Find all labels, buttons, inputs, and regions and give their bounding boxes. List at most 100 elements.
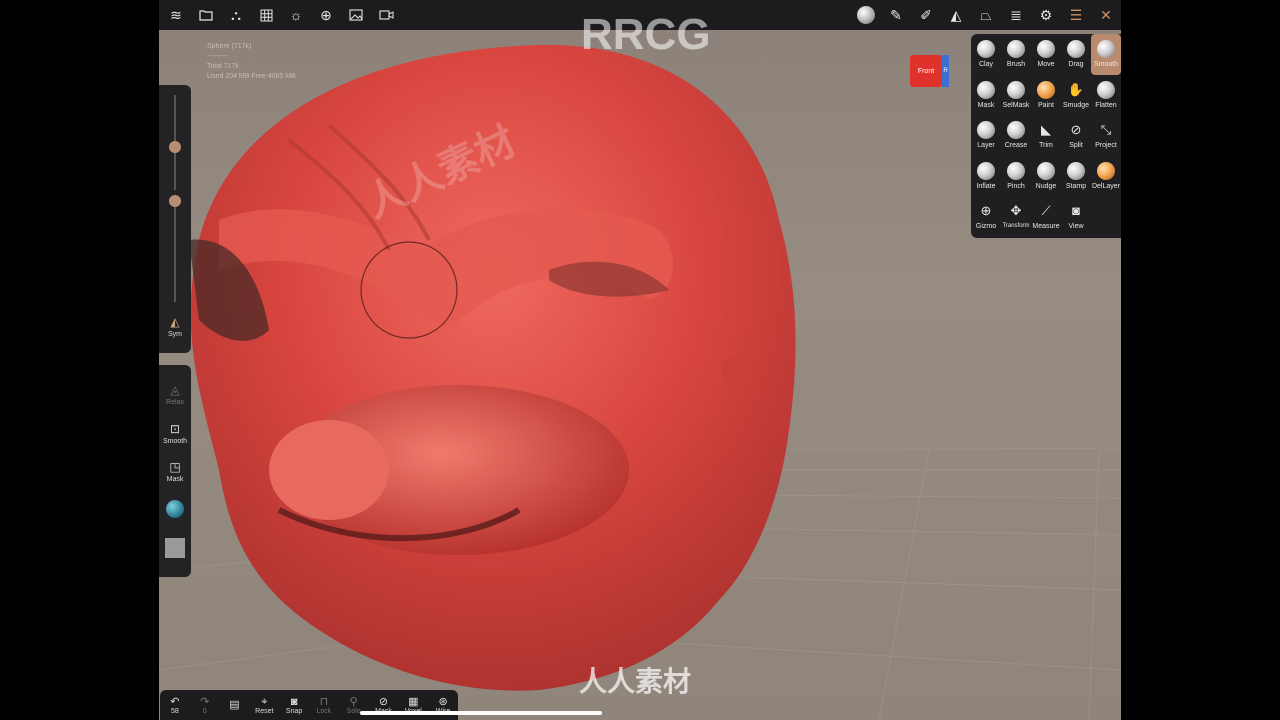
undo-button[interactable]: ↶ 58 — [160, 690, 190, 720]
tool-label: Transform — [1002, 223, 1030, 229]
tool-crease[interactable]: Crease — [1001, 115, 1031, 156]
move-icon — [1037, 40, 1055, 58]
cube-side-face[interactable]: R — [942, 55, 949, 87]
brush-preview-icon[interactable] — [851, 0, 881, 30]
cube-front-face[interactable]: Front — [910, 55, 942, 87]
solo-button[interactable]: ⚲ Solo — [339, 690, 369, 720]
tool-nudge[interactable]: Nudge — [1031, 156, 1061, 197]
tool-label: Gizmo — [975, 223, 997, 230]
relax-button[interactable]: ◬ Relax — [159, 383, 191, 406]
tool-label: SelMask — [1002, 101, 1030, 109]
stats-separator: --------- — [207, 53, 228, 60]
tool-trim[interactable]: ◣ Trim — [1031, 115, 1061, 156]
tool-gizmo[interactable]: ⊕ Gizmo — [971, 196, 1001, 237]
tool-label: Mask — [977, 101, 995, 109]
tool-clay[interactable]: Clay — [971, 34, 1001, 75]
sculpt-head[interactable] — [190, 44, 796, 691]
tool-paint[interactable]: Paint — [1031, 75, 1061, 116]
scene-icon[interactable]: ⛬ — [221, 0, 251, 30]
tool-selmask[interactable]: SelMask — [1001, 75, 1031, 116]
mask-hide-icon: ⊘ — [378, 695, 389, 708]
mesh-button[interactable]: ▤ — [220, 690, 250, 720]
tool-label: Move — [1037, 61, 1055, 68]
tool-label: Stamp — [1065, 182, 1087, 190]
tool-mask[interactable]: Mask — [971, 75, 1001, 116]
clay-icon — [977, 40, 995, 58]
tool-move[interactable]: Move — [1031, 34, 1061, 75]
snap-label: Snap — [285, 707, 303, 715]
mask-shortcut-icon: ◳ — [169, 460, 181, 474]
mask-shortcut-label: Mask — [166, 476, 184, 483]
tool-project[interactable]: ⤡ Project — [1091, 115, 1121, 156]
intensity-slider-knob[interactable] — [169, 195, 181, 207]
lock-button[interactable]: ⊓ Lock — [309, 690, 339, 720]
transform-icon: ✥ — [1010, 203, 1022, 218]
tool-flatten[interactable]: Flatten — [1091, 75, 1121, 116]
tool-stamp[interactable]: Stamp — [1061, 156, 1091, 197]
search-icon: ⚲ — [349, 695, 358, 708]
tool-transform[interactable]: ✥ Transform — [1001, 196, 1031, 237]
mesh-name: Sphere (717k) — [207, 43, 252, 50]
eyedropper-icon[interactable]: ✐ — [911, 0, 941, 30]
redo-button[interactable]: ↷ 0 — [190, 690, 220, 720]
home-indicator[interactable] — [360, 711, 602, 715]
snap-button[interactable]: ◙ Snap — [279, 690, 309, 720]
topology-icon[interactable]: ⏢ — [971, 0, 1001, 30]
tool-measure[interactable]: ⟋ Measure — [1031, 196, 1061, 237]
tool-smooth[interactable]: Smooth — [1091, 34, 1121, 75]
intensity-slider-track[interactable] — [174, 197, 176, 302]
sun-icon[interactable]: ☼ — [281, 0, 311, 30]
inflate-icon — [977, 161, 995, 180]
wire-button[interactable]: ⊛Wire — [428, 690, 458, 720]
reset-button[interactable]: ⌖ Reset — [249, 690, 279, 720]
globe-icon[interactable]: ⊕ — [311, 0, 341, 30]
mask-toggle-button[interactable]: ⊘Mask — [369, 690, 399, 720]
tool-label: Inflate — [976, 182, 996, 190]
symmetry-icon[interactable]: ◭ — [941, 0, 971, 30]
tool-view[interactable]: ◙ View — [1061, 196, 1091, 237]
layers-icon[interactable]: ≣ — [1001, 0, 1031, 30]
tool-layer[interactable]: Layer — [971, 115, 1001, 156]
grid-icon[interactable] — [251, 0, 281, 30]
app-logo-icon[interactable]: ≋ — [161, 0, 191, 30]
tool-label: Split — [1069, 142, 1083, 149]
sym-toggle[interactable]: ◭ Sym — [159, 315, 191, 338]
smudge-icon: ✋ — [1067, 81, 1085, 97]
tools-panel: Clay Brush Move Drag Smooth Mask SelMask Paint ✋… — [971, 34, 1121, 238]
smooth-shortcut-button[interactable]: ⊡ Smooth — [159, 422, 191, 445]
voxel-grid-icon: ▦ — [408, 695, 419, 708]
image-icon[interactable] — [341, 0, 371, 30]
video-icon[interactable] — [371, 0, 401, 30]
mask-shortcut-button[interactable]: ◳ Mask — [159, 460, 191, 483]
tool-label: DelLayer — [1091, 182, 1120, 190]
split-icon: ⊘ — [1070, 122, 1082, 137]
radius-slider-knob[interactable] — [169, 141, 181, 153]
view-cube[interactable]: Front R — [910, 53, 949, 87]
tools-icon[interactable]: ✕ — [1091, 0, 1121, 30]
tool-label: Paint — [1038, 101, 1054, 109]
folder-icon[interactable] — [191, 0, 221, 30]
tool-brush[interactable]: Brush — [1001, 34, 1031, 75]
tool-split[interactable]: ⊘ Split — [1061, 115, 1091, 156]
redo-count: 0 — [202, 707, 207, 715]
voxel-button[interactable]: ▦Voxel — [398, 690, 428, 720]
material-ball[interactable] — [166, 500, 184, 518]
tool-pinch[interactable]: Pinch — [1001, 156, 1031, 197]
tool-drag[interactable]: Drag — [1061, 34, 1091, 75]
settings-icon[interactable]: ⚙ — [1031, 0, 1061, 30]
undo-count: 58 — [171, 707, 179, 715]
tool-smudge[interactable]: ✋ Smudge — [1061, 75, 1091, 116]
brush-icon[interactable]: ✎ — [881, 0, 911, 30]
tool-inflate[interactable]: Inflate — [971, 156, 1001, 197]
tool-dellayer[interactable]: DelLayer — [1091, 156, 1121, 197]
crease-icon — [1007, 121, 1025, 139]
color-swatch[interactable] — [165, 538, 185, 558]
measure-icon: ⟋ — [1041, 203, 1051, 218]
tool-label: Flatten — [1095, 101, 1117, 109]
selmask-icon — [1007, 80, 1025, 99]
dellayer-icon — [1097, 161, 1115, 180]
relax-label: Relax — [166, 399, 184, 406]
nose-tip — [269, 420, 389, 520]
sliders-icon[interactable]: ☰ — [1061, 0, 1091, 30]
left-shortcut-panel: ◬ Relax ⊡ Smooth ◳ Mask — [159, 365, 191, 577]
